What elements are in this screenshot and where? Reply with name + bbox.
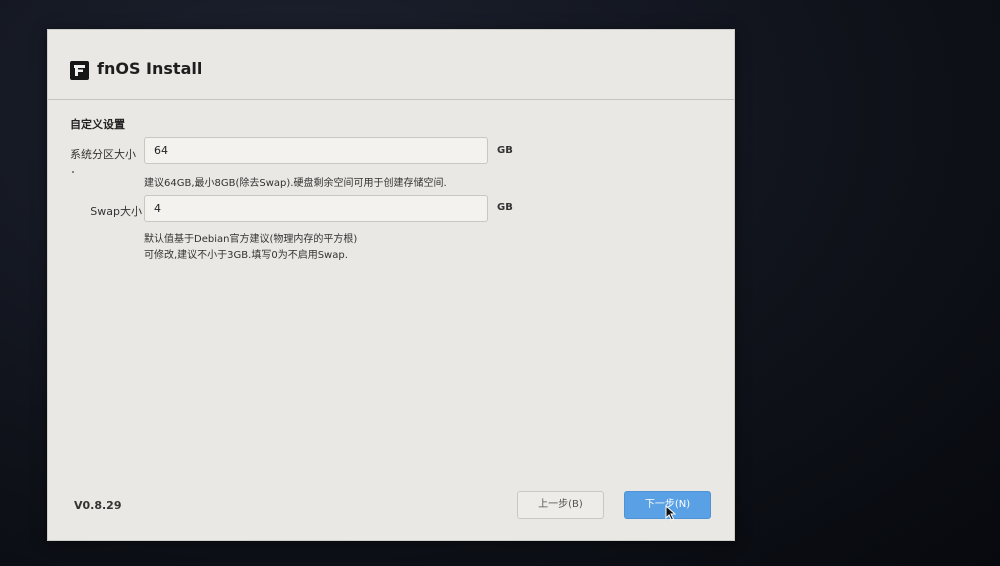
system-partition-hint: 建议64GB,最小8GB(除去Swap).硬盘剩余空间可用于创建存储空间. [144,178,447,189]
system-partition-label: 系统分区大小 [70,148,136,161]
swap-label: Swap大小 [90,205,142,218]
swap-hint-line2: 可修改,建议不小于3GB.填写0为不启用Swap. [144,250,348,261]
fnos-logo-icon [70,61,89,80]
swap-unit: GB [497,202,513,213]
prev-button[interactable]: 上一步(B) [517,491,604,519]
swap-hint-line1: 默认值基于Debian官方建议(物理内存的平方根) [144,234,358,245]
app-title: fnOS Install [97,59,203,78]
window-header: fnOS Install [48,30,734,100]
mouse-pointer-icon [665,504,677,525]
stray-dot [72,171,74,173]
installer-window: fnOS Install 自定义设置 系统分区大小 64 GB 建议64GB,最… [47,29,735,541]
system-partition-input[interactable]: 64 [144,137,488,164]
version-label: V0.8.29 [74,499,122,512]
section-title: 自定义设置 [70,118,125,131]
swap-input[interactable]: 4 [144,195,488,222]
system-partition-unit: GB [497,145,513,156]
